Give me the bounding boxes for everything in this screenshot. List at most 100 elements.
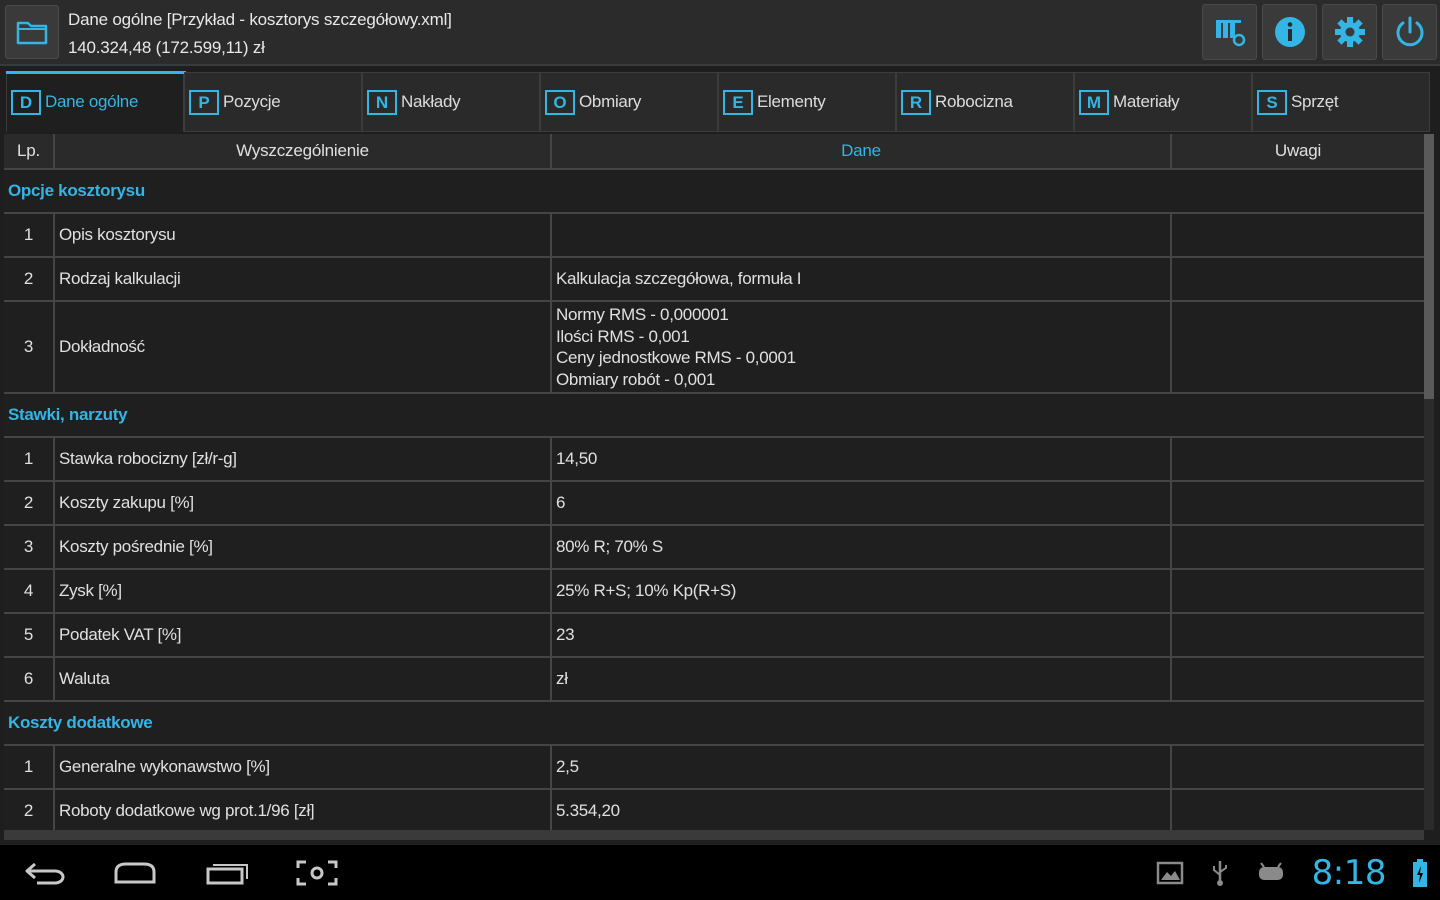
cell-value-multiline[interactable]: Normy RMS - 0,000001 Ilości RMS - 0,001 … — [552, 302, 1172, 392]
cell-value[interactable]: 2,5 — [552, 746, 1172, 788]
tab-letter-badge: N — [367, 89, 397, 115]
table-row[interactable]: 1 Stawka robocizny [zł/r-g] 14,50 — [4, 438, 1424, 482]
tab-dane-ogolne[interactable]: D Dane ogólne — [6, 71, 186, 132]
table-row[interactable]: 2 Rodzaj kalkulacji Kalkulacja szczegóło… — [4, 258, 1424, 302]
top-actions — [1202, 4, 1437, 60]
section-tabs: D Dane ogólne P Pozycje N Nakłady O Obmi… — [6, 71, 1430, 132]
table-row[interactable]: 1 Opis kosztorysu — [4, 214, 1424, 258]
cell-name: Waluta — [55, 658, 552, 700]
column-header-lp[interactable]: Lp. — [4, 134, 55, 168]
tab-label: Pozycje — [223, 92, 281, 111]
section-header: Stawki, narzuty — [4, 394, 1424, 438]
info-button[interactable] — [1262, 4, 1317, 60]
cell-note[interactable] — [1172, 214, 1424, 256]
tab-materialy[interactable]: M Materiały — [1074, 72, 1252, 132]
tab-label: Nakłady — [401, 92, 461, 111]
cell-value[interactable]: 5.354,20 — [552, 790, 1172, 830]
cell-value[interactable]: 14,50 — [552, 438, 1172, 480]
tab-label: Sprzęt — [1291, 92, 1339, 111]
precision-line: Normy RMS - 0,000001 — [556, 305, 729, 324]
tab-sprzet[interactable]: S Sprzęt — [1252, 72, 1430, 132]
cell-name: Koszty pośrednie [%] — [55, 526, 552, 568]
cell-name: Zysk [%] — [55, 570, 552, 612]
back-button[interactable] — [10, 845, 80, 900]
tab-label: Dane ogólne — [45, 92, 139, 111]
cell-note[interactable] — [1172, 258, 1424, 300]
cell-note[interactable] — [1172, 438, 1424, 480]
gallery-notification-icon — [1156, 861, 1184, 885]
column-header-uwagi[interactable]: Uwagi — [1172, 134, 1424, 168]
cell-value[interactable]: 80% R; 70% S — [552, 526, 1172, 568]
cell-note[interactable] — [1172, 302, 1424, 392]
document-total: 140.324,48 (172.599,11) zł — [68, 38, 265, 57]
settings-button[interactable] — [1322, 4, 1377, 60]
android-debug-icon — [1256, 861, 1286, 884]
tab-letter-badge: S — [1257, 89, 1287, 115]
cell-lp: 3 — [4, 302, 55, 392]
tab-letter-badge: E — [723, 89, 753, 115]
general-data-table[interactable]: Lp. Wyszczególnienie Dane Uwagi Opcje ko… — [4, 134, 1424, 830]
table-row[interactable]: 1 Generalne wykonawstwo [%] 2,5 — [4, 746, 1424, 790]
folder-icon — [16, 21, 48, 45]
status-area: 8:18 — [1156, 845, 1428, 900]
table-row[interactable]: 3 Koszty pośrednie [%] 80% R; 70% S — [4, 526, 1424, 570]
tab-label: Elementy — [757, 92, 826, 111]
cell-value[interactable] — [552, 214, 1172, 256]
column-header-dane[interactable]: Dane — [552, 134, 1172, 168]
cell-value[interactable]: Kalkulacja szczegółowa, formuła I — [552, 258, 1172, 300]
cell-lp: 3 — [4, 526, 55, 568]
cell-lp: 1 — [4, 746, 55, 788]
cell-note[interactable] — [1172, 526, 1424, 568]
info-icon — [1274, 17, 1305, 47]
cell-note[interactable] — [1172, 614, 1424, 656]
table-row[interactable]: 3 Dokładność Normy RMS - 0,000001 Ilości… — [4, 302, 1424, 394]
horizontal-scrollbar[interactable] — [4, 830, 1424, 840]
cell-value[interactable]: 23 — [552, 614, 1172, 656]
tab-label: Materiały — [1113, 92, 1180, 111]
power-button[interactable] — [1382, 4, 1437, 60]
document-info: Dane ogólne [Przykład - kosztorys szczeg… — [68, 6, 452, 62]
clock[interactable]: 8:18 — [1312, 853, 1387, 893]
open-folder-button[interactable] — [5, 5, 59, 59]
precision-line: Obmiary robót - 0,001 — [556, 369, 716, 389]
cell-note[interactable] — [1172, 790, 1424, 830]
tab-robocizna[interactable]: R Robocizna — [896, 72, 1074, 132]
column-header-wyszczegolnienie[interactable]: Wyszczególnienie — [55, 134, 552, 168]
map-button[interactable] — [1202, 4, 1257, 60]
cell-note[interactable] — [1172, 482, 1424, 524]
cell-lp: 2 — [4, 258, 55, 300]
cell-note[interactable] — [1172, 570, 1424, 612]
cell-value[interactable]: zł — [552, 658, 1172, 700]
tab-elementy[interactable]: E Elementy — [718, 72, 896, 132]
table-row[interactable]: 2 Koszty zakupu [%] 6 — [4, 482, 1424, 526]
table-row[interactable]: 2 Roboty dodatkowe wg prot.1/96 [zł] 5.3… — [4, 790, 1424, 830]
cell-note[interactable] — [1172, 746, 1424, 788]
table-row[interactable]: 4 Zysk [%] 25% R+S; 10% Kp(R+S) — [4, 570, 1424, 614]
precision-line: Ilości RMS - 0,001 — [556, 326, 690, 346]
tab-obmiary[interactable]: O Obmiary — [540, 72, 718, 132]
table-row[interactable]: 6 Waluta zł — [4, 658, 1424, 702]
battery-charging-icon — [1412, 858, 1428, 888]
cell-lp: 1 — [4, 214, 55, 256]
vertical-scrollbar[interactable] — [1424, 134, 1434, 830]
recent-apps-button[interactable] — [192, 845, 262, 900]
cell-name: Dokładność — [55, 302, 552, 392]
tab-naklady[interactable]: N Nakłady — [362, 72, 540, 132]
cell-note[interactable] — [1172, 658, 1424, 700]
tab-pozycje[interactable]: P Pozycje — [184, 72, 362, 132]
cell-lp: 2 — [4, 482, 55, 524]
cell-name: Stawka robocizny [zł/r-g] — [55, 438, 552, 480]
cell-lp: 6 — [4, 658, 55, 700]
cell-value[interactable]: 25% R+S; 10% Kp(R+S) — [552, 570, 1172, 612]
scrollbar-thumb[interactable] — [1424, 134, 1434, 399]
precision-line: Ceny jednostkowe RMS - 0,0001 — [556, 348, 796, 367]
home-button[interactable] — [100, 845, 170, 900]
cell-lp: 5 — [4, 614, 55, 656]
table-row[interactable]: 5 Podatek VAT [%] 23 — [4, 614, 1424, 658]
tab-letter-badge: R — [901, 89, 931, 115]
system-navigation-bar: 8:18 — [0, 845, 1440, 900]
cell-value[interactable]: 6 — [552, 482, 1172, 524]
screenshot-button[interactable] — [282, 845, 352, 900]
screenshot-icon — [296, 860, 338, 885]
cell-name: Roboty dodatkowe wg prot.1/96 [zł] — [55, 790, 552, 830]
